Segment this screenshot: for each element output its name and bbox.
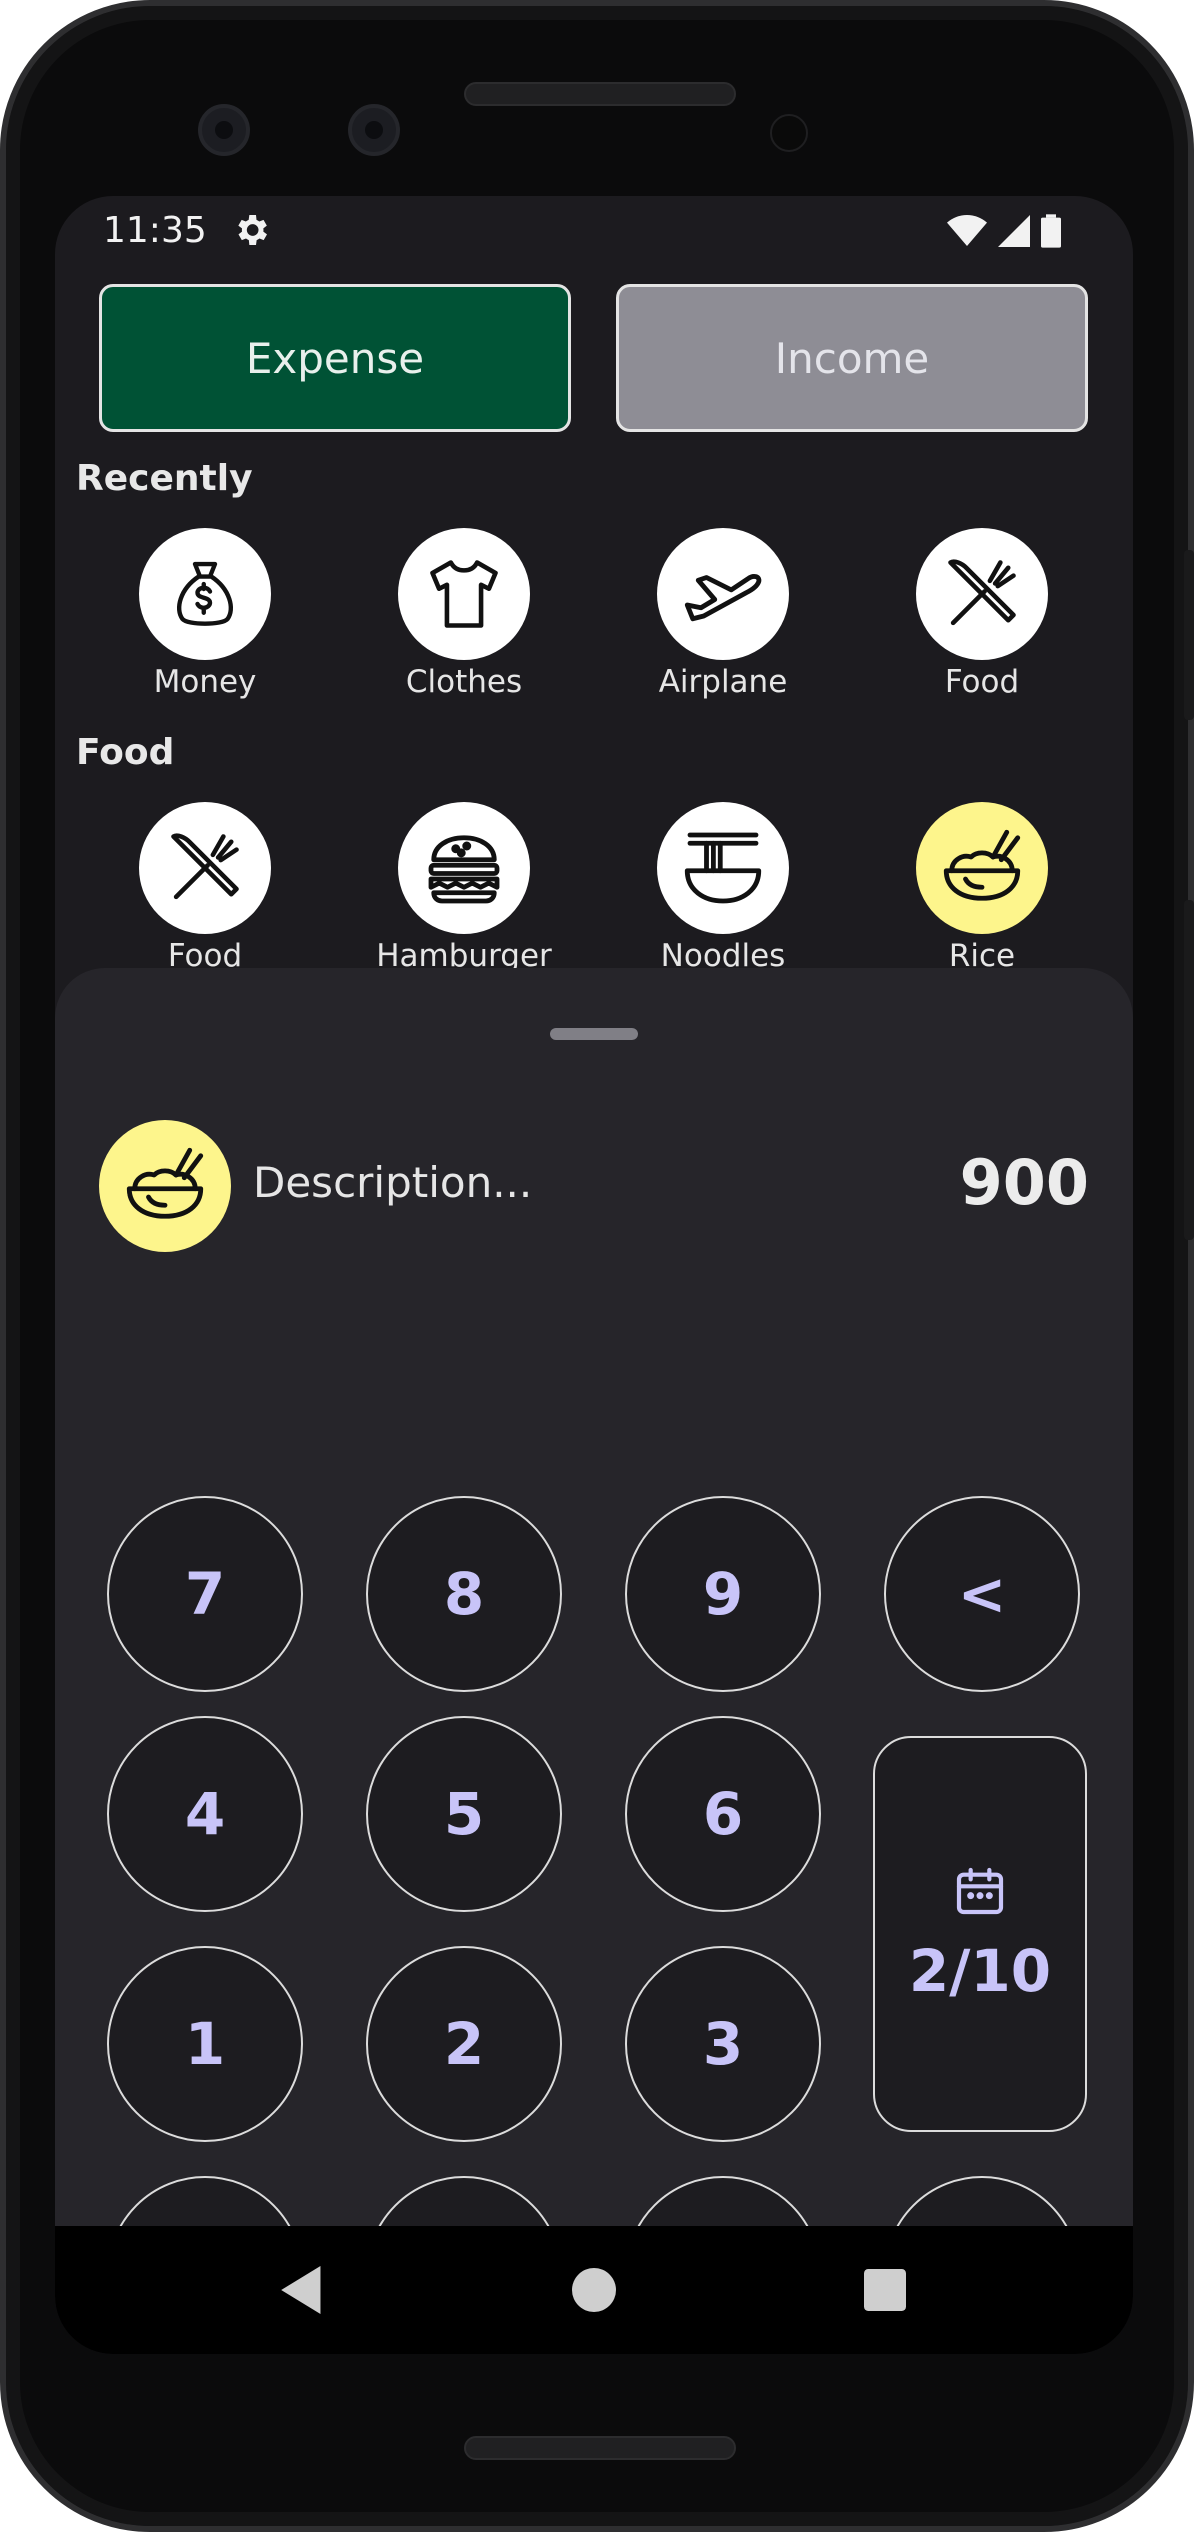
category-circle (916, 528, 1048, 660)
key-4[interactable]: 4 (107, 1716, 303, 1912)
date-label: 2/10 (908, 1937, 1052, 2005)
category-circle (139, 802, 271, 934)
hamburger-icon (428, 835, 500, 904)
nav-recents-button[interactable] (855, 2260, 915, 2320)
category-circle (657, 802, 789, 934)
money-bag-icon (177, 561, 233, 626)
income-tab[interactable]: Income (616, 284, 1088, 432)
recently-section-title: Recently (76, 458, 253, 499)
category-hamburger[interactable]: Hamburger (334, 802, 594, 974)
fork-knife-icon (171, 833, 239, 900)
fork-knife-icon (948, 559, 1016, 626)
category-money[interactable]: Money (75, 528, 335, 700)
category-clothes[interactable]: Clothes (334, 528, 594, 700)
navigation-bar (55, 2226, 1133, 2354)
category-food[interactable]: Food (75, 802, 335, 974)
system-icons (947, 214, 1061, 248)
category-circle (139, 528, 271, 660)
bottom-speaker (464, 2436, 736, 2460)
settings-gear-icon (238, 215, 267, 245)
battery-icon (1041, 214, 1061, 248)
key-1[interactable]: 1 (107, 1946, 303, 2142)
key-2[interactable]: 2 (366, 1946, 562, 2142)
category-label: Money (153, 664, 257, 700)
category-circle (398, 802, 530, 934)
key-6[interactable]: 6 (625, 1716, 821, 1912)
category-label: Food (944, 664, 1020, 700)
date-picker-button[interactable]: 2/10 (873, 1736, 1087, 2132)
earpiece-speaker (464, 82, 736, 106)
category-noodles[interactable]: Noodles (593, 802, 853, 974)
category-rice[interactable]: Rice (852, 802, 1112, 974)
category-circle (398, 528, 530, 660)
food-section-title: Food (76, 732, 175, 773)
tshirt-icon (430, 560, 498, 628)
drag-handle[interactable] (550, 1028, 638, 1040)
backspace-key[interactable]: < (884, 1496, 1080, 1692)
key-5[interactable]: 5 (366, 1716, 562, 1912)
rice-bowl-icon (943, 829, 1021, 901)
category-circle (657, 528, 789, 660)
amount-display: 900 (959, 1146, 1089, 1219)
nav-home-button[interactable] (564, 2260, 624, 2320)
status-time: 11:35 (103, 210, 207, 251)
cell-signal-icon (998, 215, 1030, 247)
airplane-icon (684, 574, 762, 622)
category-label: Airplane (658, 664, 788, 700)
wifi-icon (947, 215, 987, 246)
description-input[interactable]: Description... (253, 1158, 532, 1207)
category-label: Clothes (405, 664, 523, 700)
key-7[interactable]: 7 (107, 1496, 303, 1692)
noodles-icon (684, 832, 762, 904)
app-screen: 11:35 Expense Income Recently Money Clot… (55, 196, 1133, 2354)
expense-tab[interactable]: Expense (99, 284, 571, 432)
recents-square-icon (864, 2269, 906, 2311)
category-airplane[interactable]: Airplane (593, 528, 853, 700)
key-3[interactable]: 3 (625, 1946, 821, 2142)
proximity-sensor (770, 114, 808, 152)
category-food-recent[interactable]: Food (852, 528, 1112, 700)
power-button (1184, 550, 1194, 720)
key-8[interactable]: 8 (366, 1496, 562, 1692)
status-bar: 11:35 (55, 196, 1133, 266)
key-9[interactable]: 9 (625, 1496, 821, 1692)
rice-bowl-icon (126, 1147, 204, 1219)
selected-category-icon[interactable] (99, 1120, 231, 1252)
volume-button (1184, 900, 1194, 1240)
nav-back-button[interactable] (273, 2260, 333, 2320)
front-camera-left (198, 104, 250, 156)
home-circle-icon (572, 2268, 616, 2312)
calendar-icon (956, 1867, 1004, 1915)
back-triangle-icon (281, 2266, 321, 2314)
entry-bottom-sheet: Description... 900 7 8 9 < 4 5 6 1 2 3 0… (55, 968, 1133, 2354)
front-camera-right (348, 104, 400, 156)
category-circle-selected (916, 802, 1048, 934)
